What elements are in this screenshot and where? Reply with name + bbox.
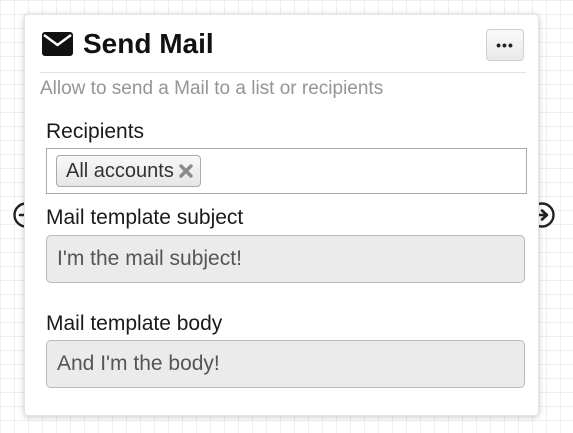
node-title: Send Mail <box>83 28 214 59</box>
node-menu-button[interactable]: ••• <box>486 29 524 61</box>
mail-subject-input[interactable] <box>46 235 525 283</box>
node-header: Send Mail <box>42 27 214 61</box>
recipient-tag: All accounts <box>56 155 201 187</box>
recipients-label: Recipients <box>46 120 145 143</box>
recipients-multiselect[interactable]: All accounts <box>46 148 527 194</box>
envelope-icon <box>42 32 73 56</box>
recipient-tag-label: All accounts <box>66 160 174 182</box>
close-icon[interactable] <box>178 163 194 179</box>
body-label: Mail template body <box>46 312 223 335</box>
subject-label: Mail template subject <box>46 206 244 229</box>
header-divider <box>40 72 526 73</box>
mail-body-input[interactable] <box>46 340 525 388</box>
node-description: Allow to send a Mail to a list or recipi… <box>40 78 384 99</box>
send-mail-node[interactable]: Send Mail ••• Allow to send a Mail to a … <box>24 14 539 416</box>
